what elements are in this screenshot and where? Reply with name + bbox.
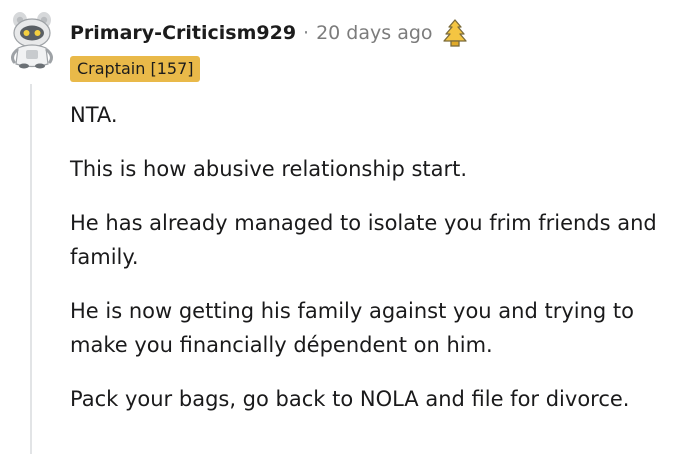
comment-paragraph: He is now getting his family against you…: [70, 299, 634, 357]
helpful-award-icon[interactable]: [439, 19, 471, 47]
collapse-thread-line[interactable]: [30, 84, 32, 454]
comment-meta: Primary-Criticism929 · 20 days ago: [70, 16, 471, 50]
comment-paragraph: This is how abusive relationship start.: [70, 157, 468, 181]
comment-paragraph: NTA.: [70, 103, 118, 127]
user-flair: Craptain [157]: [70, 56, 201, 82]
timestamp-link[interactable]: 20 days ago: [316, 22, 432, 44]
username-link[interactable]: Primary-Criticism929: [70, 22, 296, 44]
comment-paragraph: He has already managed to isolate you fr…: [70, 211, 657, 269]
comment-paragraph: Pack your bags, go back to NOLA and file…: [70, 387, 630, 411]
comment-body: NTA. This is how abusive relationship st…: [70, 98, 690, 436]
snoo-avatar-icon: [11, 12, 53, 69]
user-avatar[interactable]: [6, 8, 58, 70]
meta-separator: ·: [303, 22, 310, 44]
comment: Primary-Criticism929 · 20 days ago Crapt…: [0, 0, 700, 454]
